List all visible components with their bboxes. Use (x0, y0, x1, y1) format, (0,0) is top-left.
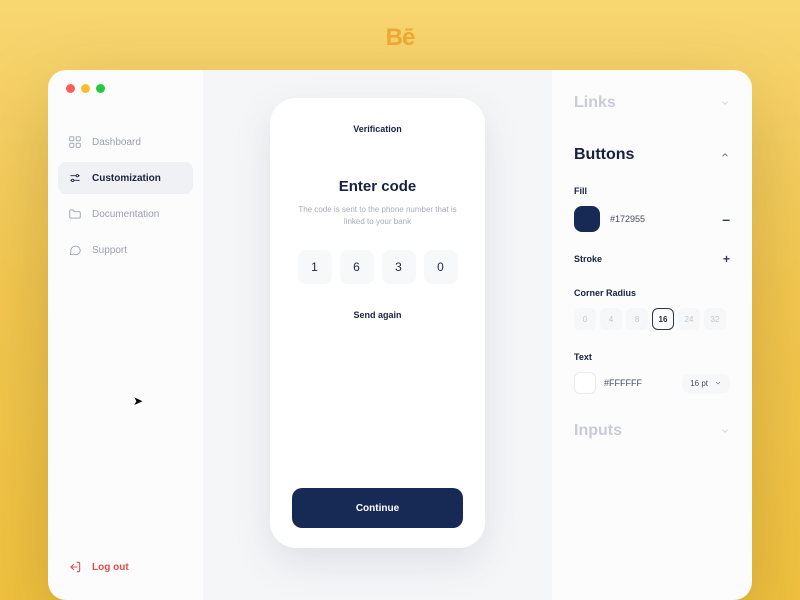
screen-heading: Enter code (339, 178, 417, 195)
section-title: Buttons (574, 146, 634, 164)
continue-button[interactable]: Continue (292, 488, 463, 528)
logout-button[interactable]: Log out (48, 544, 203, 600)
send-again-link[interactable]: Send again (353, 310, 401, 320)
text-color-swatch[interactable] (574, 372, 596, 394)
chevron-down-icon (720, 426, 730, 436)
grid-icon (68, 135, 82, 149)
chevron-down-icon (720, 98, 730, 108)
logout-icon (68, 560, 82, 574)
fill-hex: #172955 (610, 214, 645, 224)
radius-option[interactable]: 24 (678, 308, 700, 330)
font-size-value: 16 pt (690, 379, 708, 388)
section-title: Inputs (574, 422, 622, 440)
remove-fill-button[interactable]: – (722, 211, 730, 227)
section-buttons-body: Fill #172955 – Stroke + Corner Radius 0 … (574, 172, 730, 394)
sidebar-item-customization[interactable]: Customization (58, 162, 193, 194)
app-window: Dashboard Customization Documentation Su… (48, 70, 752, 600)
sidebar-item-label: Support (92, 245, 127, 256)
sidebar-item-documentation[interactable]: Documentation (58, 198, 193, 230)
section-inputs[interactable]: Inputs (574, 414, 730, 448)
radius-option[interactable]: 8 (626, 308, 648, 330)
fill-color-swatch[interactable] (574, 206, 600, 232)
code-digit[interactable]: 0 (424, 250, 458, 284)
corner-radius-label: Corner Radius (574, 288, 730, 298)
font-size-select[interactable]: 16 pt (682, 374, 730, 393)
text-label: Text (574, 352, 730, 362)
code-digit[interactable]: 1 (298, 250, 332, 284)
code-input-row: 1 6 3 0 (298, 250, 458, 284)
sliders-icon (68, 171, 82, 185)
sidebar-item-label: Customization (92, 173, 161, 184)
section-title: Links (574, 94, 616, 112)
code-digit[interactable]: 6 (340, 250, 374, 284)
radius-option[interactable]: 32 (704, 308, 726, 330)
minimize-icon[interactable] (81, 84, 90, 93)
section-buttons[interactable]: Buttons (574, 138, 730, 172)
folder-icon (68, 207, 82, 221)
stroke-row: Stroke + (574, 252, 730, 266)
sidebar-item-label: Documentation (92, 209, 159, 220)
sidebar-item-label: Dashboard (92, 137, 141, 148)
maximize-icon[interactable] (96, 84, 105, 93)
add-stroke-button[interactable]: + (723, 252, 730, 266)
screen-description: The code is sent to the phone number tha… (298, 204, 458, 228)
radius-option-selected[interactable]: 16 (652, 308, 674, 330)
screen-title: Verification (353, 124, 402, 134)
behance-logo: Bē (386, 24, 415, 52)
stroke-label: Stroke (574, 254, 602, 264)
text-row: #FFFFFF 16 pt (574, 372, 730, 394)
phone-mockup: Verification Enter code The code is sent… (270, 98, 485, 548)
fill-label: Fill (574, 186, 730, 196)
sidebar-item-dashboard[interactable]: Dashboard (58, 126, 193, 158)
window-traffic-lights (66, 84, 105, 93)
section-links[interactable]: Links (574, 86, 730, 120)
close-icon[interactable] (66, 84, 75, 93)
sidebar-nav: Dashboard Customization Documentation Su… (48, 126, 203, 266)
code-digit[interactable]: 3 (382, 250, 416, 284)
preview-area: Verification Enter code The code is sent… (203, 70, 552, 600)
properties-panel: Links Buttons Fill #172955 – Stroke + Co… (552, 70, 752, 600)
text-hex: #FFFFFF (604, 378, 642, 388)
corner-radius-options: 0 4 8 16 24 32 (574, 308, 730, 330)
radius-option[interactable]: 4 (600, 308, 622, 330)
chevron-down-icon (714, 379, 722, 387)
sidebar: Dashboard Customization Documentation Su… (48, 70, 203, 600)
chat-icon (68, 243, 82, 257)
sidebar-item-support[interactable]: Support (58, 234, 193, 266)
chevron-up-icon (720, 150, 730, 160)
logout-label: Log out (92, 562, 129, 573)
fill-row: #172955 – (574, 206, 730, 232)
radius-option[interactable]: 0 (574, 308, 596, 330)
